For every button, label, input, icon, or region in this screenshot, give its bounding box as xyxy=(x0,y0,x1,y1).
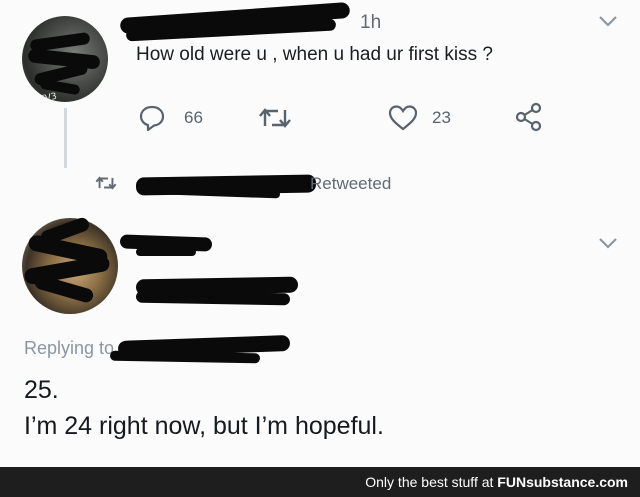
retweeted-label: Retweeted xyxy=(310,174,392,193)
redaction-mark xyxy=(135,290,291,306)
tweet-text: How old were u , when u had ur first kis… xyxy=(136,44,493,65)
tweet-timestamp: 1h xyxy=(360,12,382,33)
watermark-brand: FUNsubstance.com xyxy=(497,474,628,490)
chevron-down-icon xyxy=(599,16,617,27)
reply-text-line-1: 25. xyxy=(24,376,59,404)
replying-to-label: Replying to xyxy=(24,338,115,358)
redaction-mark xyxy=(109,350,261,364)
reply-button[interactable] xyxy=(138,104,166,137)
thread-connector xyxy=(64,108,67,168)
retweet-icon xyxy=(95,176,117,190)
retweet-button[interactable] xyxy=(258,104,292,137)
retweeted-indicator xyxy=(94,174,118,197)
share-icon xyxy=(515,102,542,132)
watermark-tagline: Only the best stuff at xyxy=(365,474,498,490)
reply-icon xyxy=(139,105,165,132)
like-button[interactable] xyxy=(388,104,418,137)
reply-text: 25. I’m 24 right now, but I’m hopeful. xyxy=(24,372,384,444)
tweet-menu-chevron-icon[interactable] xyxy=(598,14,618,33)
like-count: 23 xyxy=(432,108,451,127)
heart-icon xyxy=(388,105,418,131)
chevron-down-icon xyxy=(599,238,617,249)
share-button[interactable] xyxy=(514,102,544,137)
watermark-text: Only the best stuff at FUNsubstance.com xyxy=(365,474,628,490)
retweet-icon xyxy=(259,108,291,128)
redaction-mark xyxy=(136,248,196,256)
watermark-bar: Only the best stuff at FUNsubstance.com xyxy=(0,467,640,497)
reply-count: 66 xyxy=(184,108,203,127)
reply-menu-chevron[interactable] xyxy=(598,236,618,255)
avatar-caption: 8TV3 xyxy=(33,91,58,102)
reply-text-line-2: I’m 24 right now, but I’m hopeful. xyxy=(24,412,384,440)
